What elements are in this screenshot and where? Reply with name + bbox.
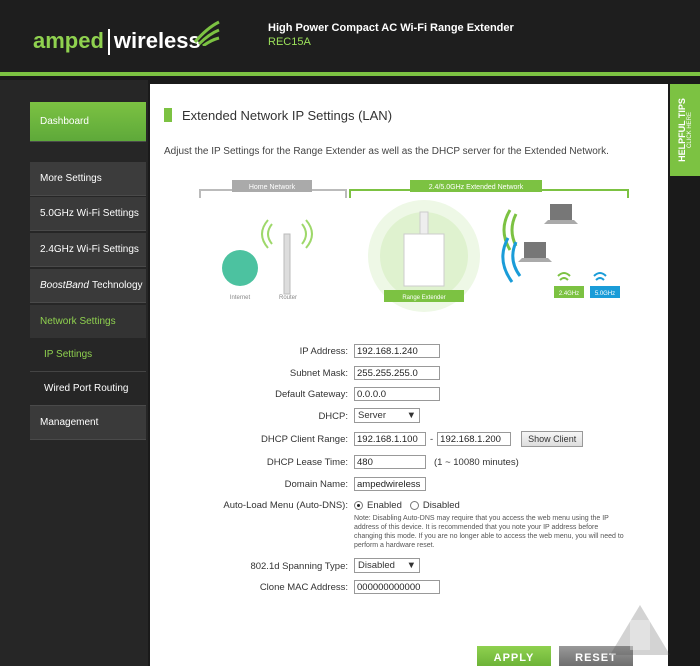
sidebar-item-wired-port-routing[interactable]: Wired Port Routing [30,372,146,406]
show-client-button[interactable]: Show Client [521,431,584,447]
band-24-label: 2.4GHz [559,291,579,297]
helpful-tips-tab[interactable]: HELPFUL TIPS CLICK HERE [670,84,700,176]
dhcp-select[interactable]: Server ▼ [354,408,420,423]
domain-name-label: Domain Name: [284,479,348,490]
globe-icon [222,250,258,286]
page-description: Adjust the IP Settings for the Range Ext… [164,146,609,157]
range-separator: - [430,433,434,445]
sidebar-item-dashboard[interactable]: Dashboard [30,102,146,142]
watermark-logo-icon [610,605,670,655]
apply-button[interactable]: APPLY [477,646,551,666]
auto-dns-disabled-label: Disabled [422,500,460,511]
laptop-icon [524,242,546,258]
range-extender-icon [403,233,445,287]
auto-dns-note: Note: Disabling Auto-DNS may require tha… [354,515,624,549]
page-title: Extended Network IP Settings (LAN) [182,108,393,123]
clone-mac-label: Clone MAC Address: [259,582,348,593]
brand-name-part1: amped [33,28,104,53]
dhcp-client-range-label: DHCP Client Range: [261,434,348,445]
boostband-label: Technology [91,280,143,291]
brand-separator [107,29,110,56]
subnet-mask-label: Subnet Mask: [289,368,348,379]
spanning-type-label: 802.1d Spanning Type: [250,561,348,572]
header: amped wireless High Power Compact AC Wi-F… [0,0,700,76]
dhcp-label: DHCP: [318,411,348,422]
product-title: High Power Compact AC Wi-Fi Range Extend… [268,22,514,34]
helpful-tips-sub: CLICK HERE [687,112,693,149]
network-diagram: Home Network 2.4/5.0GHz Extended Network… [199,180,629,312]
sidebar-item-management[interactable]: Management [30,406,146,440]
helpful-tips-label: HELPFUL TIPS CLICK HERE [677,98,693,162]
auto-dns-disabled-radio[interactable] [409,501,419,510]
dropdown-arrow-icon: ▼ [406,560,416,571]
sidebar-item-network-settings[interactable]: Network Settings [30,305,146,339]
spanning-type-value: Disabled [358,560,395,571]
brand-logo[interactable]: amped wireless [33,28,201,56]
lease-time-hint: (1 ~ 10080 minutes) [434,456,519,468]
spanning-type-select[interactable]: Disabled ▼ [354,558,420,573]
dhcp-lease-time-label: DHCP Lease Time: [266,457,348,468]
clone-mac-input[interactable]: 000000000000 [354,580,440,594]
auto-dns-enabled-radio[interactable] [354,501,363,510]
internet-label: Internet [230,295,251,301]
router-icon [283,233,291,295]
router-label: Router [279,295,297,301]
helpful-tips-title: HELPFUL TIPS [677,98,687,162]
dhcp-select-value: Server [358,410,386,421]
dropdown-arrow-icon: ▼ [406,410,416,421]
band-50-label: 5.0GHz [595,291,615,297]
home-network-label: Home Network [249,184,296,191]
boostband-label-italic: BoostBand [40,280,89,291]
default-gateway-input[interactable]: 0.0.0.0 [354,387,440,401]
sidebar: Dashboard More Settings 5.0GHz Wi-Fi Set… [0,80,148,666]
ip-address-input[interactable]: 192.168.1.240 [354,344,440,358]
default-gateway-label: Default Gateway: [275,389,348,400]
sidebar-item-more-settings[interactable]: More Settings [30,162,146,196]
dhcp-range-end-input[interactable]: 192.168.1.200 [437,432,512,446]
extended-network-label: 2.4/5.0GHz Extended Network [429,184,524,191]
sidebar-item-5ghz-wifi[interactable]: 5.0GHz Wi-Fi Settings [30,197,146,231]
title-accent [164,108,172,122]
ip-address-label: IP Address: [299,346,348,357]
auto-dns-enabled-label: Enabled [367,500,402,511]
main-panel: Extended Network IP Settings (LAN) Adjus… [150,84,668,666]
brand-name-part2: wireless [113,28,201,53]
wifi-swoosh-icon [193,20,220,46]
sidebar-item-boostband[interactable]: BoostBand Technology [30,269,146,303]
sidebar-item-24ghz-wifi[interactable]: 2.4GHz Wi-Fi Settings [30,233,146,267]
product-model: REC15A [268,36,311,48]
domain-name-input[interactable]: ampedwireless [354,477,426,491]
dhcp-lease-time-input[interactable]: 480 [354,455,426,469]
subnet-mask-input[interactable]: 255.255.255.0 [354,366,440,380]
sidebar-item-ip-settings[interactable]: IP Settings [30,338,146,372]
laptop-icon [550,204,572,220]
auto-dns-label: Auto-Load Menu (Auto-DNS): [223,500,348,511]
dhcp-range-start-input[interactable]: 192.168.1.100 [354,432,426,446]
range-extender-label: Range Extender [402,295,445,301]
